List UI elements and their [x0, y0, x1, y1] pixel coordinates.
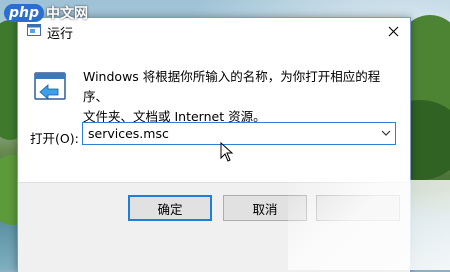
run-icon: [27, 24, 41, 36]
ok-button[interactable]: 确定: [128, 195, 212, 221]
chevron-down-icon[interactable]: [381, 129, 391, 137]
watermark-text: 中文网: [46, 6, 89, 22]
description: Windows 将根据你所输入的名称，为你打开相应的程序、 文件夹、文档或 In…: [83, 67, 401, 127]
browse-button[interactable]: [316, 195, 400, 221]
window-title: 运行: [47, 27, 74, 42]
open-combobox[interactable]: services.msc: [82, 122, 396, 145]
description-line-1: Windows 将根据你所输入的名称，为你打开相应的程序、: [83, 69, 381, 104]
dialog-content: Windows 将根据你所输入的名称，为你打开相应的程序、 文件夹、文档或 In…: [18, 44, 410, 182]
close-button[interactable]: [376, 18, 410, 44]
close-icon: [388, 26, 398, 36]
watermark: php 中文网: [4, 2, 88, 24]
cancel-button[interactable]: 取消: [223, 195, 307, 221]
open-label: 打开(O):: [30, 131, 79, 146]
mouse-cursor-icon: [220, 142, 234, 162]
open-input[interactable]: services.msc: [88, 126, 169, 141]
run-dialog: 运行 Windows 将根据你所输入的名称，为你打开相应的程序、 文件夹、文档或…: [17, 17, 411, 272]
watermark-logo: php: [4, 4, 45, 22]
button-bar: 确定 取消: [18, 182, 410, 272]
run-program-icon: [34, 72, 66, 100]
